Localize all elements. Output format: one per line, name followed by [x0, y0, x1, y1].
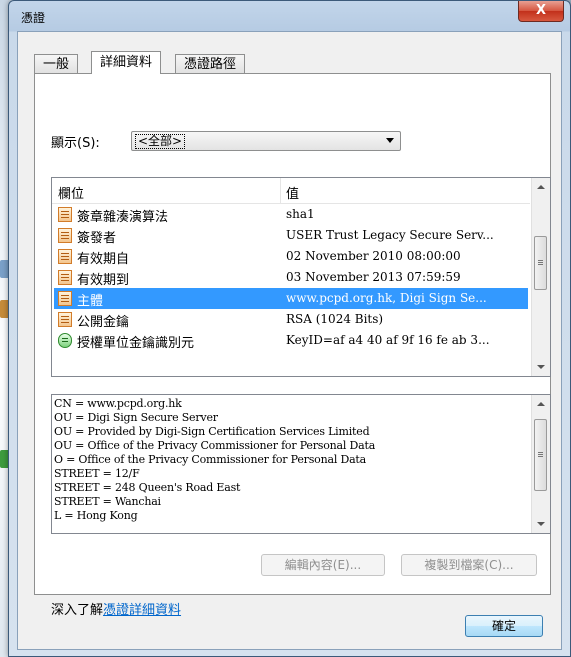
scroll-down-icon[interactable] — [537, 365, 545, 369]
field-name: 簽發者 — [77, 231, 117, 246]
field-value: USER Trust Legacy Secure Serv... — [286, 228, 494, 242]
list-header: 欄位 值 — [52, 178, 530, 204]
close-button[interactable]: X — [518, 1, 564, 22]
title-bar[interactable]: 憑證 X — [9, 1, 570, 31]
certificate-field-icon — [58, 207, 72, 222]
certificate-details-link[interactable]: 憑證詳細資料 — [103, 603, 181, 618]
certificate-dialog: 憑證 X 一般 詳細資料 憑證路徑 顯示(S): <全部> 欄位 值 簽章雜湊演… — [8, 0, 571, 657]
certificate-field-icon — [58, 312, 72, 327]
details-line: O = Office of the Privacy Commissioner f… — [54, 453, 367, 466]
field-name: 有效期自 — [77, 252, 130, 267]
scrollbar-thumb[interactable] — [534, 236, 547, 290]
tab-certification-path[interactable]: 憑證路徑 — [175, 54, 246, 73]
column-header-value[interactable]: 值 — [286, 183, 299, 202]
field-value: RSA (1024 Bits) — [286, 312, 384, 326]
list-item[interactable]: 簽章雜湊演算法 sha1 — [54, 204, 528, 225]
list-item[interactable]: 有效期到 03 November 2013 07:59:59 — [54, 267, 528, 288]
certificate-field-icon — [58, 249, 72, 264]
show-label: 顯示(S): — [51, 136, 100, 151]
field-value: sha1 — [286, 207, 315, 221]
certificate-field-icon — [58, 291, 72, 306]
certificate-field-list[interactable]: 欄位 值 簽章雜湊演算法 sha1 簽發者 USER Trust Legacy … — [51, 177, 551, 377]
tab-details[interactable]: 詳細資料 — [91, 51, 162, 74]
details-line: STREET = 12/F — [54, 467, 140, 480]
column-header-field[interactable]: 欄位 — [58, 183, 84, 202]
ok-button[interactable]: 確定 — [465, 615, 543, 637]
field-name: 公開金鑰 — [77, 315, 130, 330]
details-line: OU = Digi Sign Secure Server — [54, 411, 218, 424]
details-line: CN = www.pcpd.org.hk — [54, 397, 182, 410]
details-line: L = Hong Kong — [54, 509, 138, 522]
copy-to-file-button[interactable]: 複製到檔案(C)... — [401, 554, 537, 576]
details-line: STREET = 248 Queen's Road East — [54, 481, 241, 494]
scrollbar-thumb[interactable] — [534, 419, 547, 491]
show-dropdown-value: <全部> — [135, 134, 186, 149]
certificate-field-icon — [58, 270, 72, 285]
field-value: www.pcpd.org.hk, Digi Sign Se... — [286, 291, 487, 305]
certificate-field-icon — [58, 228, 72, 243]
column-divider[interactable] — [280, 178, 281, 203]
scroll-up-icon[interactable] — [537, 185, 545, 189]
tab-general[interactable]: 一般 — [34, 54, 79, 73]
edit-properties-button[interactable]: 編輯內容(E)... — [261, 554, 385, 576]
extension-icon — [58, 333, 72, 348]
field-details-textbox[interactable]: CN = www.pcpd.org.hk OU = Digi Sign Secu… — [51, 394, 551, 534]
field-name: 有效期到 — [77, 273, 130, 288]
list-scrollbar[interactable] — [531, 178, 550, 376]
details-line: OU = Office of the Privacy Commissioner … — [54, 439, 376, 452]
dialog-body: 一般 詳細資料 憑證路徑 顯示(S): <全部> 欄位 值 簽章雜湊演算法 sh… — [17, 31, 562, 650]
chevron-down-icon — [386, 138, 394, 143]
learn-more-text: 深入了解憑證詳細資料 — [51, 599, 181, 618]
field-name: 授權單位金鑰識別元 — [77, 336, 195, 351]
field-name: 簽章雜湊演算法 — [77, 210, 169, 225]
list-item[interactable]: 公開金鑰 RSA (1024 Bits) — [54, 309, 528, 330]
field-value: KeyID=af a4 40 af 9f 16 fe ab 3... — [286, 333, 490, 347]
list-item-selected[interactable]: 主體 www.pcpd.org.hk, Digi Sign Se... — [54, 288, 528, 309]
details-line: OU = Provided by Digi-Sign Certification… — [54, 425, 370, 438]
close-icon: X — [535, 3, 547, 18]
scroll-down-icon[interactable] — [537, 522, 545, 526]
list-item[interactable]: 授權單位金鑰識別元 KeyID=af a4 40 af 9f 16 fe ab … — [54, 330, 528, 351]
learn-more-prefix: 深入了解 — [51, 603, 104, 618]
field-value: 03 November 2013 07:59:59 — [286, 270, 461, 284]
details-scrollbar[interactable] — [531, 395, 550, 533]
list-item[interactable]: 簽發者 USER Trust Legacy Secure Serv... — [54, 225, 528, 246]
scroll-up-icon[interactable] — [537, 402, 545, 406]
field-name: 主體 — [77, 294, 104, 309]
show-dropdown[interactable]: <全部> — [131, 131, 401, 151]
window-title: 憑證 — [21, 11, 46, 25]
details-line: STREET = Wanchai — [54, 495, 161, 508]
details-tab-panel: 顯示(S): <全部> 欄位 值 簽章雜湊演算法 sha1 簽發者 USER T… — [34, 73, 551, 618]
field-value: 02 November 2010 08:00:00 — [286, 249, 461, 263]
list-item[interactable]: 有效期自 02 November 2010 08:00:00 — [54, 246, 528, 267]
